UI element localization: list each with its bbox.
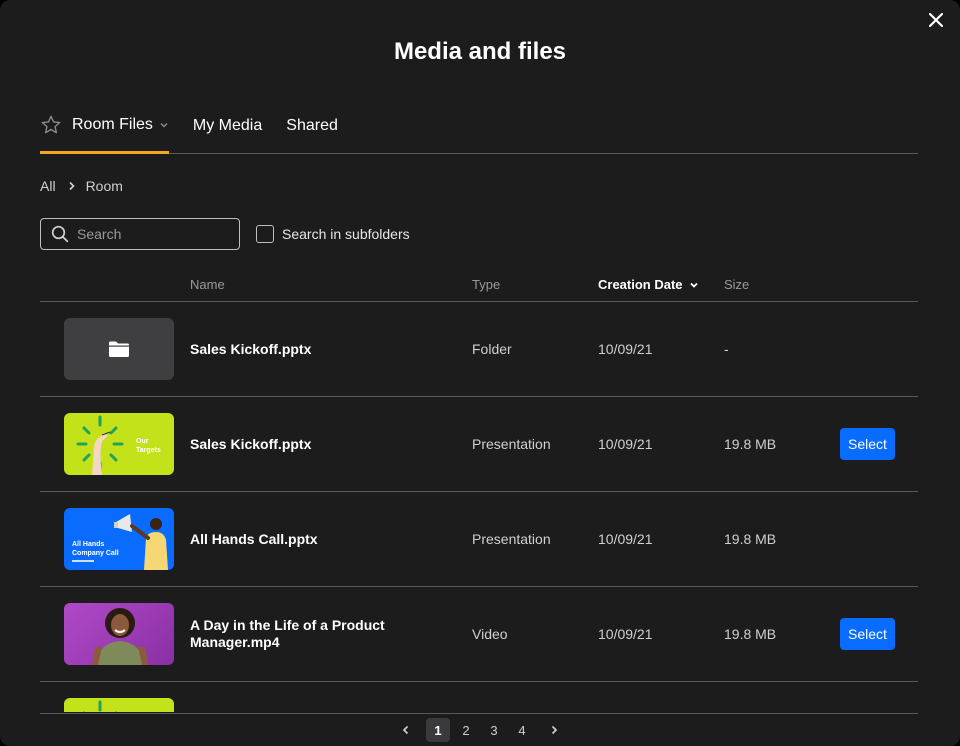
subfolders-checkbox[interactable] (256, 225, 274, 243)
file-name: Sales Kickoff.pptx (190, 435, 312, 452)
file-date: 10/09/21 (598, 436, 653, 452)
chevron-down-icon (689, 282, 698, 288)
table-row[interactable]: Our Targets Sales Kickoff.pptx Presentat… (40, 397, 918, 492)
chevron-down-icon[interactable] (159, 120, 169, 130)
file-type: Presentation (472, 436, 551, 452)
chevron-right-icon (68, 181, 76, 191)
files-table: Name Type Creation Date Size Sales Kicko… (40, 268, 918, 712)
file-size: 19.8 MB (724, 436, 777, 452)
pagination: 1 2 3 4 (0, 718, 960, 742)
page-3[interactable]: 3 (482, 718, 506, 742)
page-4[interactable]: 4 (510, 718, 534, 742)
folder-thumbnail (64, 318, 174, 380)
thumb-text-all-hands: All Hands (72, 541, 104, 548)
tab-my-media[interactable]: My Media (193, 108, 262, 144)
column-type[interactable]: Type (472, 277, 500, 292)
video-thumbnail (64, 603, 174, 665)
breadcrumb-all[interactable]: All (40, 178, 56, 194)
file-date: 10/09/21 (598, 341, 653, 357)
search-input[interactable] (77, 226, 227, 242)
file-name: Sales Kickoff.pptx (190, 340, 312, 357)
pager-divider (40, 713, 918, 714)
search-icon (51, 225, 69, 243)
select-button[interactable]: Select (840, 428, 895, 460)
tab-label: Room Files (72, 115, 153, 133)
table-row[interactable]: A Day in the Life of a Product Manager.m… (40, 587, 918, 682)
table-row[interactable] (40, 682, 918, 712)
table-header: Name Type Creation Date Size (40, 268, 918, 302)
file-name: All Hands Call.pptx (190, 530, 318, 547)
targets-slide-image: Our Targets (76, 415, 161, 475)
search-subfolders-toggle[interactable]: Search in subfolders (256, 225, 410, 243)
next-page-button[interactable] (542, 718, 566, 742)
breadcrumb-room: Room (85, 178, 123, 194)
thumb-text-company-call: Company Call (72, 550, 119, 557)
portrait-image (92, 608, 148, 665)
breadcrumb: All Room (40, 178, 123, 194)
column-name[interactable]: Name (190, 277, 225, 292)
file-size: - (724, 341, 729, 357)
file-type: Presentation (472, 531, 551, 547)
file-size: 19.8 MB (724, 531, 777, 547)
column-date-label: Creation Date (598, 277, 683, 292)
table-row[interactable]: Sales Kickoff.pptx Folder 10/09/21 - (40, 302, 918, 397)
all-hands-slide-image: All Hands Company Call (72, 514, 168, 570)
file-date: 10/09/21 (598, 531, 653, 547)
column-size[interactable]: Size (724, 277, 749, 292)
thumb-text-targets: Targets (136, 447, 161, 454)
presentation-thumbnail: All Hands Company Call (64, 508, 174, 570)
chevron-left-icon (402, 725, 409, 735)
tab-label: My Media (192, 117, 263, 134)
thumb-text-our: Our (136, 438, 149, 445)
search-box[interactable] (40, 218, 240, 250)
targets-slide-image (82, 700, 118, 712)
column-creation-date[interactable]: Creation Date (598, 277, 699, 292)
chevron-right-icon (551, 725, 558, 735)
file-type: Video (472, 626, 508, 642)
tab-shared[interactable]: Shared (286, 108, 338, 144)
dialog-title: Media and files (393, 38, 567, 65)
folder-icon (109, 341, 129, 357)
presentation-thumbnail (64, 698, 174, 712)
prev-page-button[interactable] (394, 718, 418, 742)
file-date: 10/09/21 (598, 626, 653, 642)
select-button[interactable]: Select (840, 618, 895, 650)
file-size: 19.8 MB (724, 626, 777, 642)
page-2[interactable]: 2 (454, 718, 478, 742)
table-row[interactable]: All Hands Company Call All Hands Call.pp… (40, 492, 918, 587)
tab-bar: Room Files My Media Shared (40, 108, 918, 154)
page-1[interactable]: 1 (426, 718, 450, 742)
file-name: A Day in the Life of a Product Manager.m… (190, 617, 385, 650)
tab-label: Shared (286, 117, 338, 134)
star-icon[interactable] (40, 114, 62, 136)
presentation-thumbnail: Our Targets (64, 413, 174, 475)
file-type: Folder (472, 341, 512, 357)
tab-room-files[interactable]: Room Files (40, 108, 169, 154)
close-icon (929, 13, 943, 27)
subfolders-label: Search in subfolders (282, 226, 410, 242)
media-dialog: Media and files Room Files My Media Shar… (0, 0, 960, 746)
close-button[interactable] (924, 8, 948, 32)
